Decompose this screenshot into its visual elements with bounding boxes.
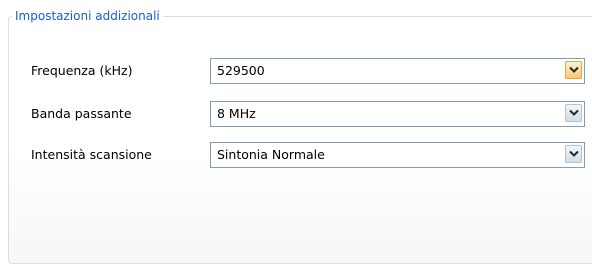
scan-intensity-dropdown-button[interactable] xyxy=(565,145,582,163)
bandwidth-dropdown-button[interactable] xyxy=(565,104,582,122)
chevron-down-icon xyxy=(569,109,579,116)
bandwidth-row: Banda passante 8 MHz xyxy=(0,101,592,127)
additional-settings-groupbox xyxy=(8,16,592,264)
frequency-combobox[interactable]: 529500 xyxy=(210,58,585,84)
scan-intensity-label: Intensità scansione xyxy=(31,147,152,162)
chevron-down-icon xyxy=(569,150,579,157)
scan-intensity-row: Intensità scansione Sintonia Normale xyxy=(0,142,592,168)
frequency-dropdown-button[interactable] xyxy=(565,61,582,79)
bandwidth-label: Banda passante xyxy=(31,106,132,121)
frequency-value: 529500 xyxy=(217,63,265,78)
chevron-down-icon xyxy=(569,66,579,73)
frequency-label: Frequenza (kHz) xyxy=(31,63,133,78)
scan-intensity-combobox[interactable]: Sintonia Normale xyxy=(210,142,585,168)
groupbox-title: Impostazioni addizionali xyxy=(12,8,163,24)
bandwidth-value: 8 MHz xyxy=(217,106,256,121)
frequency-row: Frequenza (kHz) 529500 xyxy=(0,58,592,84)
scan-intensity-value: Sintonia Normale xyxy=(217,147,325,162)
bandwidth-combobox[interactable]: 8 MHz xyxy=(210,101,585,127)
